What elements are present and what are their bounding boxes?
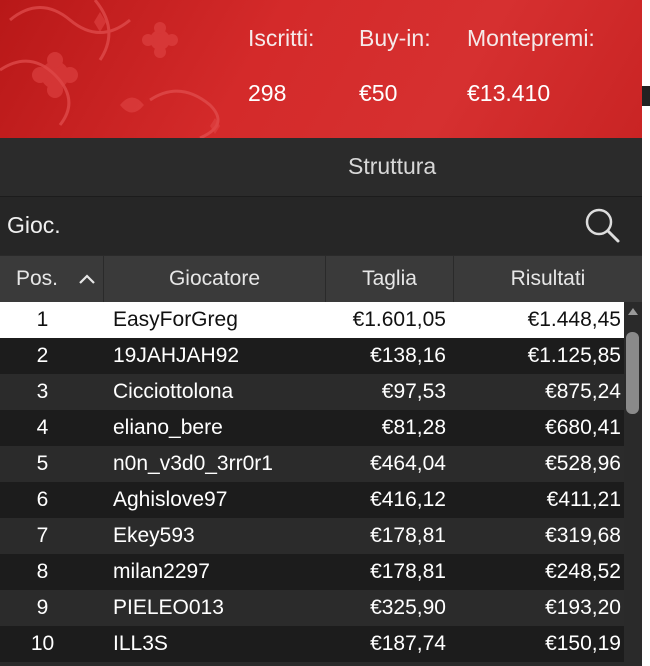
row-position: 3: [36, 380, 49, 403]
row-position: 1: [36, 308, 49, 331]
row-chips: €416,12: [370, 488, 446, 511]
table-row[interactable]: 2 19JAHJAH92 €138,16 €1.125,85: [0, 338, 624, 374]
row-chips: €178,81: [370, 524, 446, 547]
row-player: n0n_v3d0_3rr0r1: [113, 452, 273, 475]
player-search-bar: [0, 197, 642, 255]
prize-pool-label: Montepremi:: [467, 25, 595, 51]
table-row[interactable]: 3 Cicciottolona €97,53 €875,24: [0, 374, 624, 410]
row-prize: €193,20: [545, 596, 621, 619]
header-results[interactable]: Risultati: [454, 256, 642, 302]
header-player[interactable]: Giocatore: [104, 256, 326, 302]
registered-label: Iscritti:: [248, 25, 315, 51]
row-prize: €528,96: [545, 452, 621, 475]
row-position: 2: [36, 344, 49, 367]
row-player: 19JAHJAH92: [113, 344, 240, 367]
row-player: Aghislove97: [113, 488, 228, 511]
row-prize: €150,19: [545, 632, 621, 655]
table-header: Pos. Giocatore Taglia Risultati: [0, 256, 642, 302]
row-position: 5: [36, 452, 49, 475]
row-player: Cicciottolona: [113, 380, 234, 403]
row-chips: €97,53: [381, 380, 446, 403]
header-position[interactable]: Pos.: [0, 256, 104, 302]
leaderboard-table: 1 EasyForGreg €1.601,05 €1.448,45 2 19JA…: [0, 302, 624, 662]
table-row[interactable]: 5 n0n_v3d0_3rr0r1 €464,04 €528,96: [0, 446, 624, 482]
tournament-banner: Iscritti: 298 Buy-in: €50 Montepremi: €1…: [0, 0, 642, 138]
table-row[interactable]: 4 eliano_bere €81,28 €680,41: [0, 410, 624, 446]
row-position: 10: [30, 632, 55, 655]
buyin-value: €50: [359, 80, 398, 106]
row-chips: €138,16: [370, 344, 446, 367]
row-prize: €248,52: [545, 560, 621, 583]
table-row[interactable]: 7 Ekey593 €178,81 €319,68: [0, 518, 624, 554]
table-row[interactable]: 8 milan2297 €178,81 €248,52: [0, 554, 624, 590]
floral-pattern-decoration: [0, 0, 220, 138]
row-position: 4: [36, 416, 49, 439]
row-chips: €464,04: [370, 452, 446, 475]
row-player: milan2297: [113, 560, 210, 583]
sort-ascending-icon[interactable]: [78, 273, 96, 285]
search-icon[interactable]: [582, 205, 622, 245]
row-prize: €319,68: [545, 524, 621, 547]
table-row[interactable]: 9 PIELEO013 €325,90 €193,20: [0, 590, 624, 626]
row-chips: €81,28: [381, 416, 446, 439]
header-chips[interactable]: Taglia: [326, 256, 454, 302]
row-player: PIELEO013: [113, 596, 224, 619]
header-position-label: Pos.: [16, 267, 59, 290]
table-row[interactable]: 6 Aghislove97 €416,12 €411,21: [0, 482, 624, 518]
tab-structure[interactable]: Struttura: [348, 153, 436, 180]
table-row[interactable]: 1 EasyForGreg €1.601,05 €1.448,45: [0, 302, 624, 338]
row-chips: €1.601,05: [352, 308, 446, 331]
tab-bar: Struttura: [0, 138, 642, 197]
prize-pool-value: €13.410: [467, 80, 551, 106]
row-prize: €680,41: [545, 416, 621, 439]
window-edge-marker: [642, 86, 650, 106]
table-scrollbar[interactable]: [624, 302, 642, 666]
row-chips: €325,90: [370, 596, 446, 619]
row-prize: €411,21: [546, 488, 621, 511]
row-player: eliano_bere: [113, 416, 223, 439]
row-position: 7: [36, 524, 49, 547]
player-search-input[interactable]: [0, 197, 577, 253]
registered-value: 298: [248, 80, 287, 106]
row-prize: €1.448,45: [527, 308, 621, 331]
row-position: 6: [36, 488, 49, 511]
scrollbar-thumb[interactable]: [626, 332, 639, 414]
row-chips: €187,74: [370, 632, 446, 655]
row-position: 8: [36, 560, 49, 583]
row-player: ILL3S: [113, 632, 168, 655]
row-player: Ekey593: [113, 524, 195, 547]
scroll-up-arrow-icon[interactable]: [628, 308, 638, 315]
row-chips: €178,81: [370, 560, 446, 583]
buyin-label: Buy-in:: [359, 25, 431, 51]
row-prize: €1.125,85: [527, 344, 621, 367]
table-row[interactable]: 10 ILL3S €187,74 €150,19: [0, 626, 624, 662]
row-prize: €875,24: [545, 380, 621, 403]
row-player: EasyForGreg: [113, 308, 238, 331]
row-position: 9: [36, 596, 49, 619]
